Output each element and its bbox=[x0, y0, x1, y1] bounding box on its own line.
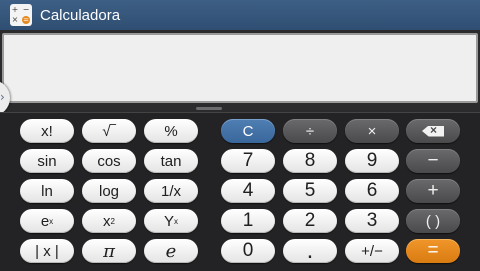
chevron-right-icon: › bbox=[0, 90, 5, 104]
percent-button[interactable]: % bbox=[144, 119, 198, 143]
factorial-button[interactable]: x! bbox=[20, 119, 74, 143]
euler-button[interactable]: e bbox=[144, 239, 198, 263]
absolute-value-button[interactable]: | x | bbox=[20, 239, 74, 263]
minus-button[interactable]: − bbox=[406, 149, 460, 173]
clear-button[interactable]: C bbox=[221, 119, 275, 143]
exp-base: e bbox=[40, 212, 50, 230]
plus-glyph: + bbox=[11, 5, 19, 14]
multiply-button[interactable]: × bbox=[345, 119, 399, 143]
tan-button[interactable]: tan bbox=[144, 149, 198, 173]
digit-6-button[interactable]: 6 bbox=[345, 179, 399, 203]
reciprocal-button[interactable]: 1/x bbox=[144, 179, 198, 203]
digit-8-button[interactable]: 8 bbox=[283, 149, 337, 173]
parentheses-button[interactable]: ( ) bbox=[406, 209, 460, 233]
drag-handle[interactable] bbox=[196, 107, 222, 110]
app-title: Calculadora bbox=[40, 6, 121, 24]
divide-button[interactable]: ÷ bbox=[283, 119, 337, 143]
digit-4-button[interactable]: 4 bbox=[221, 179, 275, 203]
digit-0-button[interactable]: 0 bbox=[221, 239, 275, 263]
log-button[interactable]: log bbox=[82, 179, 136, 203]
plus-button[interactable]: + bbox=[406, 179, 460, 203]
sign-toggle-button[interactable]: +/− bbox=[345, 239, 399, 263]
calculator-app-icon: + − × = bbox=[10, 4, 32, 26]
title-bar: + − × = Calculadora bbox=[0, 0, 480, 30]
pi-button[interactable]: π bbox=[82, 239, 136, 263]
equals-glyph: = bbox=[22, 16, 30, 24]
sin-button[interactable]: sin bbox=[20, 149, 74, 173]
exp-button[interactable]: ex bbox=[20, 209, 74, 233]
digit-2-button[interactable]: 2 bbox=[283, 209, 337, 233]
digit-7-button[interactable]: 7 bbox=[221, 149, 275, 173]
digit-3-button[interactable]: 3 bbox=[345, 209, 399, 233]
square-root-button[interactable]: √‾ bbox=[82, 119, 136, 143]
square-superscript: 2 bbox=[110, 216, 115, 226]
power-base: Y bbox=[163, 212, 174, 230]
digit-5-button[interactable]: 5 bbox=[283, 179, 337, 203]
times-glyph: × bbox=[11, 15, 19, 24]
backspace-icon bbox=[422, 125, 444, 137]
decimal-point-button[interactable]: . bbox=[283, 239, 337, 263]
ln-button[interactable]: ln bbox=[20, 179, 74, 203]
exp-superscript: x bbox=[49, 216, 54, 226]
power-superscript: x bbox=[174, 216, 178, 226]
minus-glyph: − bbox=[22, 5, 30, 14]
power-button[interactable]: Yx bbox=[144, 209, 198, 233]
cos-button[interactable]: cos bbox=[82, 149, 136, 173]
equals-button[interactable]: = bbox=[406, 239, 460, 263]
digit-9-button[interactable]: 9 bbox=[345, 149, 399, 173]
digit-1-button[interactable]: 1 bbox=[221, 209, 275, 233]
backspace-button[interactable] bbox=[406, 119, 460, 143]
square-button[interactable]: x2 bbox=[82, 209, 136, 233]
calculator-display[interactable] bbox=[2, 33, 478, 103]
square-base: x bbox=[103, 212, 111, 230]
